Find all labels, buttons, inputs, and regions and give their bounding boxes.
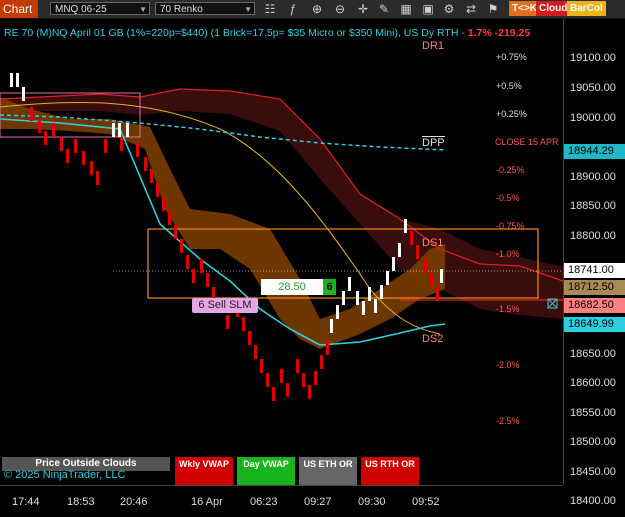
barcol-button[interactable]: BarCol	[567, 1, 606, 16]
chart-trader-icon[interactable]: ⇄	[463, 1, 479, 17]
bars-icon[interactable]: ☷	[262, 1, 278, 17]
pct-label: -0.75%	[496, 221, 525, 231]
price-chart-panel[interactable]: RE 70 (M)NQ April 01 GB (1%=220p=$440) (…	[0, 19, 563, 485]
time-axis[interactable]: 17:44 18:53 20:46 16 Apr 06:23 09:27 09:…	[0, 485, 563, 517]
y-tick: 19050.00	[570, 82, 616, 94]
y-tick: 18400.00	[570, 495, 616, 507]
bar-type-selector[interactable]: 70 Renko ▼	[155, 2, 255, 15]
y-tick: 18800.00	[570, 230, 616, 242]
x-tick: 17:44	[12, 496, 40, 508]
ds1-label: DS1	[422, 237, 444, 249]
pencil-icon[interactable]: ✎	[376, 1, 392, 17]
pct-label: -0.5%	[496, 193, 520, 203]
x-tick: 06:23	[250, 496, 278, 508]
sell-order-label[interactable]: 6 Sell SLM	[192, 298, 258, 313]
cloud-button[interactable]: Cloud	[536, 1, 571, 16]
y-tick: 18850.00	[570, 200, 616, 212]
pct-label: +0.5%	[496, 81, 522, 91]
x-tick: 20:46	[120, 496, 148, 508]
camera-icon[interactable]: ▣	[420, 1, 436, 17]
pct-label: -2.5%	[496, 416, 520, 426]
close-label: CLOSE 15 APR	[495, 137, 559, 147]
y-tick: 18900.00	[570, 171, 616, 183]
indicators-icon[interactable]: ƒ	[285, 1, 301, 17]
chevron-down-icon: ▼	[244, 5, 252, 14]
us-eth-or-panel: US ETH OR	[299, 457, 357, 485]
tick-count-box[interactable]: 28.50	[261, 279, 323, 295]
pct-label: +0.75%	[496, 52, 527, 62]
price-change: 1.7% -219.25	[467, 27, 531, 39]
price-chart	[0, 73, 563, 401]
y-tick: 18500.00	[570, 436, 616, 448]
price-axis[interactable]: 19100.00 19050.00 19000.00 18900.00 1885…	[563, 19, 625, 507]
data-box-icon[interactable]: ▦	[398, 1, 414, 17]
x-tick: 18:53	[67, 496, 95, 508]
pct-label: -1.0%	[496, 249, 520, 259]
position-count-box[interactable]: 6	[323, 279, 336, 295]
x-tick: 16 Apr	[191, 496, 223, 508]
ds1-price-label: 18712.50	[564, 280, 625, 295]
vwap-price-label: 18649.99	[564, 317, 625, 332]
y-tick: 18650.00	[570, 348, 616, 360]
x-tick: 09:30	[358, 496, 386, 508]
zoom-in-icon[interactable]: ⊕	[309, 1, 325, 17]
chart-tab[interactable]: Chart	[0, 0, 38, 18]
pct-label: -0.25%	[496, 165, 525, 175]
y-tick: 19100.00	[570, 52, 616, 64]
crosshair-icon[interactable]: ✛	[355, 1, 371, 17]
dr1-label: DR1	[422, 40, 445, 52]
ds2-label: DS2	[422, 333, 444, 345]
chevron-down-icon: ▼	[139, 5, 147, 14]
zoom-out-icon[interactable]: ⊖	[332, 1, 348, 17]
y-tick: 18450.00	[570, 466, 616, 478]
dpp-label: DPP	[422, 136, 445, 149]
properties-icon[interactable]: ⚙	[441, 1, 457, 17]
pct-label: +0.25%	[496, 109, 527, 119]
x-tick: 09:52	[412, 496, 440, 508]
dpp-price-label: 18944.29	[564, 144, 625, 159]
x-tick: 09:27	[304, 496, 332, 508]
chart-title: RE 70 (M)NQ April 01 GB (1%=220p=$440) (…	[4, 27, 530, 39]
us-rth-or-panel: US RTH OR	[361, 457, 419, 485]
instrument-selector[interactable]: MNQ 06-25 ▼	[50, 2, 150, 15]
chart-toolbar: Chart MNQ 06-25 ▼ 70 Renko ▼ ☷ ƒ ⊕ ⊖ ✛ ✎…	[0, 0, 625, 19]
day-vwap-panel: Day VWAP	[237, 457, 295, 485]
last-price-label: 18741.00	[564, 263, 625, 278]
pct-label: -2.0%	[496, 360, 520, 370]
y-tick: 19000.00	[570, 112, 616, 124]
strategy-icon[interactable]: ⚑	[485, 1, 501, 17]
wkly-vwap-panel: Wkly VWAP	[175, 457, 233, 485]
y-tick: 18550.00	[570, 407, 616, 419]
pct-label: -1.5%	[496, 304, 520, 314]
chart-title-text: RE 70 (M)NQ April 01 GB (1%=220p=$440) (…	[4, 27, 465, 39]
instrument-label: MNQ 06-25	[55, 4, 107, 15]
copyright: © 2025 NinjaTrader, LLC	[4, 469, 126, 481]
bar-type-label: 70 Renko	[160, 4, 203, 15]
ds2-price-label: 18682.50	[564, 298, 625, 313]
y-tick: 18600.00	[570, 377, 616, 389]
